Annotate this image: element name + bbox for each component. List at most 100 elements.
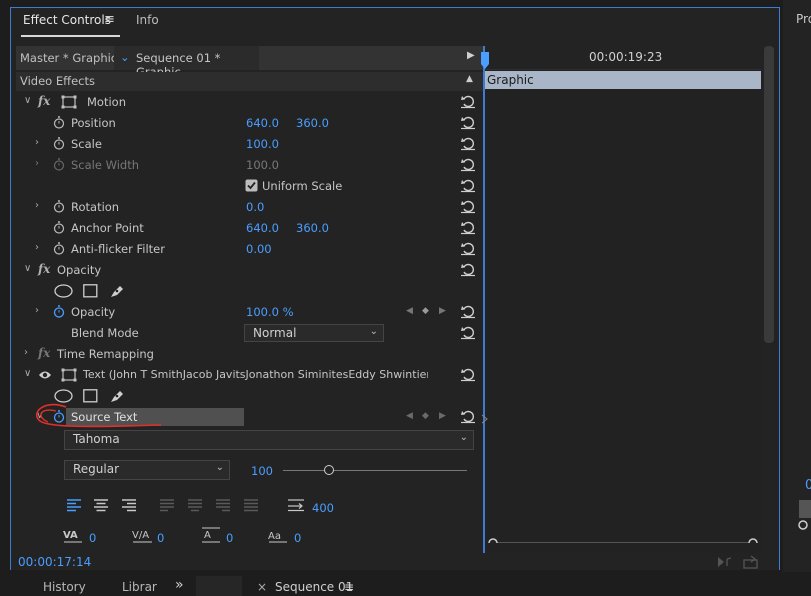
playhead-line[interactable] <box>483 46 485 553</box>
adjacent-panel-control[interactable] <box>799 500 811 518</box>
playhead-handle-icon[interactable] <box>480 52 490 70</box>
slider-handle-icon[interactable] <box>797 519 809 531</box>
twirl-closed-icon[interactable]: › <box>35 305 39 316</box>
twirl-open-icon[interactable]: ∨ <box>24 368 31 379</box>
reset-icon[interactable] <box>460 156 476 172</box>
baseline-shift-value[interactable]: 0 <box>294 531 301 545</box>
tab-menu-icon[interactable]: ≡ <box>344 580 354 594</box>
font-size-value[interactable]: 100 <box>251 464 273 478</box>
tab-info[interactable]: Info <box>136 13 159 27</box>
master-clip-label[interactable]: Master * Graphic <box>20 51 117 65</box>
anti-flicker-value[interactable]: 0.00 <box>246 242 272 256</box>
anchor-x-value[interactable]: 640.0 <box>246 221 279 235</box>
align-right-icon[interactable] <box>121 498 137 512</box>
twirl-closed-icon[interactable]: › <box>35 200 39 211</box>
font-family-dropdown[interactable]: Tahoma ⌄ <box>64 430 474 450</box>
tab-width-value[interactable]: 400 <box>312 501 334 515</box>
justify-right-icon[interactable] <box>215 498 231 512</box>
play-audio-icon[interactable] <box>717 556 733 568</box>
reset-icon[interactable] <box>460 114 476 130</box>
tab-sequence-01[interactable]: Sequence 01 <box>275 580 353 594</box>
justify-center-icon[interactable] <box>187 498 203 512</box>
blend-mode-dropdown[interactable]: Normal ⌄ <box>244 324 384 342</box>
fx-toggle-icon[interactable]: fx <box>38 94 50 108</box>
vertical-scrollbar[interactable] <box>764 46 774 343</box>
stopwatch-active-icon[interactable] <box>53 305 65 318</box>
scale-value[interactable]: 100.0 <box>246 137 279 151</box>
font-style-dropdown[interactable]: Regular ⌄ <box>64 460 230 480</box>
reset-icon[interactable] <box>460 261 476 277</box>
tab-effect-controls[interactable]: Effect Controls <box>23 13 111 27</box>
font-size-slider-track[interactable] <box>283 470 467 471</box>
align-left-icon[interactable] <box>66 498 82 512</box>
next-keyframe-icon[interactable]: ▶ <box>439 306 446 316</box>
tracking-icon[interactable]: V/A <box>132 528 154 544</box>
stopwatch-icon[interactable] <box>53 221 65 234</box>
twirl-closed-icon[interactable]: › <box>35 137 39 148</box>
prev-keyframe-icon[interactable]: ◀ <box>406 411 413 421</box>
adjacent-panel-tab[interactable]: Pro <box>796 12 811 26</box>
reset-icon[interactable] <box>460 177 476 193</box>
reset-icon[interactable] <box>460 219 476 235</box>
pen-mask-icon[interactable] <box>109 283 125 299</box>
more-tabs-icon[interactable]: » <box>175 577 184 593</box>
tab-history[interactable]: History <box>43 580 86 594</box>
stopwatch-icon[interactable] <box>53 116 65 129</box>
reset-icon[interactable] <box>460 135 476 151</box>
position-y-value[interactable]: 360.0 <box>296 116 329 130</box>
transform-box-icon[interactable] <box>61 95 77 109</box>
collapse-up-icon[interactable]: ▲ <box>466 74 473 84</box>
motion-effect-row[interactable]: ∨ fx Motion <box>16 92 483 113</box>
time-remapping-row[interactable]: › fx Time Remapping <box>16 344 483 365</box>
rectangle-mask-icon[interactable] <box>83 284 98 298</box>
clip-bar[interactable]: Graphic <box>483 71 761 89</box>
next-keyframe-icon[interactable]: ▶ <box>439 411 446 421</box>
kerning-icon[interactable]: VA <box>63 528 83 544</box>
add-keyframe-icon[interactable]: ◆ <box>422 411 429 421</box>
add-keyframe-icon[interactable]: ◆ <box>422 306 429 316</box>
reset-icon[interactable] <box>460 366 476 382</box>
close-tab-icon[interactable]: × <box>257 580 267 594</box>
leading-icon[interactable]: A <box>201 527 221 544</box>
panel-menu-icon[interactable]: ≡ <box>104 12 115 27</box>
twirl-closed-icon[interactable]: › <box>24 347 28 358</box>
time-ruler[interactable]: 00:00:19:23 <box>483 46 761 70</box>
font-size-slider-thumb[interactable] <box>324 465 334 475</box>
reset-icon[interactable] <box>460 324 476 340</box>
current-timecode[interactable]: 00:00:17:14 <box>18 555 91 569</box>
text-layer-row[interactable]: ∨ Text (John T SmithJacob JavitsJonathon… <box>16 365 483 386</box>
tab-width-icon[interactable] <box>287 498 305 512</box>
tab-libraries[interactable]: Librar <box>122 580 157 594</box>
justify-all-icon[interactable] <box>243 498 259 512</box>
kerning-value[interactable]: 0 <box>89 531 96 545</box>
reset-icon[interactable] <box>460 408 476 424</box>
opacity-value[interactable]: 100.0 % <box>246 305 294 319</box>
leading-value[interactable]: 0 <box>226 531 233 545</box>
tracking-value[interactable]: 0 <box>157 531 164 545</box>
twirl-closed-icon[interactable]: › <box>35 242 39 253</box>
transform-box-icon[interactable] <box>61 368 77 382</box>
twirl-open-icon[interactable]: ∨ <box>24 95 31 106</box>
fx-toggle-icon[interactable]: fx <box>38 262 50 276</box>
prev-keyframe-icon[interactable]: ◀ <box>406 306 413 316</box>
export-icon[interactable] <box>743 555 759 569</box>
baseline-shift-icon[interactable]: Aa <box>268 528 288 544</box>
stopwatch-icon[interactable] <box>53 242 65 255</box>
stopwatch-icon[interactable] <box>53 200 65 213</box>
show-timeline-toggle-icon[interactable]: ▶ <box>467 50 475 61</box>
uniform-scale-checkbox[interactable] <box>245 179 258 192</box>
align-center-icon[interactable] <box>93 498 109 512</box>
eye-icon[interactable] <box>38 369 52 381</box>
reset-icon[interactable] <box>460 303 476 319</box>
justify-left-icon[interactable] <box>159 498 175 512</box>
timeline-zoom-scrollbar[interactable] <box>487 537 759 543</box>
stopwatch-icon[interactable] <box>53 137 65 150</box>
reset-icon[interactable] <box>460 240 476 256</box>
rotation-value[interactable]: 0.0 <box>246 200 264 214</box>
reset-icon[interactable] <box>460 198 476 214</box>
sequence-clip-selector[interactable]: ⌄ Sequence 01 * Graphic <box>114 46 259 79</box>
opacity-effect-row[interactable]: ∨ fx Opacity <box>16 260 483 281</box>
position-x-value[interactable]: 640.0 <box>246 116 279 130</box>
ellipse-mask-icon[interactable] <box>54 284 73 298</box>
twirl-open-icon[interactable]: ∨ <box>24 263 31 274</box>
